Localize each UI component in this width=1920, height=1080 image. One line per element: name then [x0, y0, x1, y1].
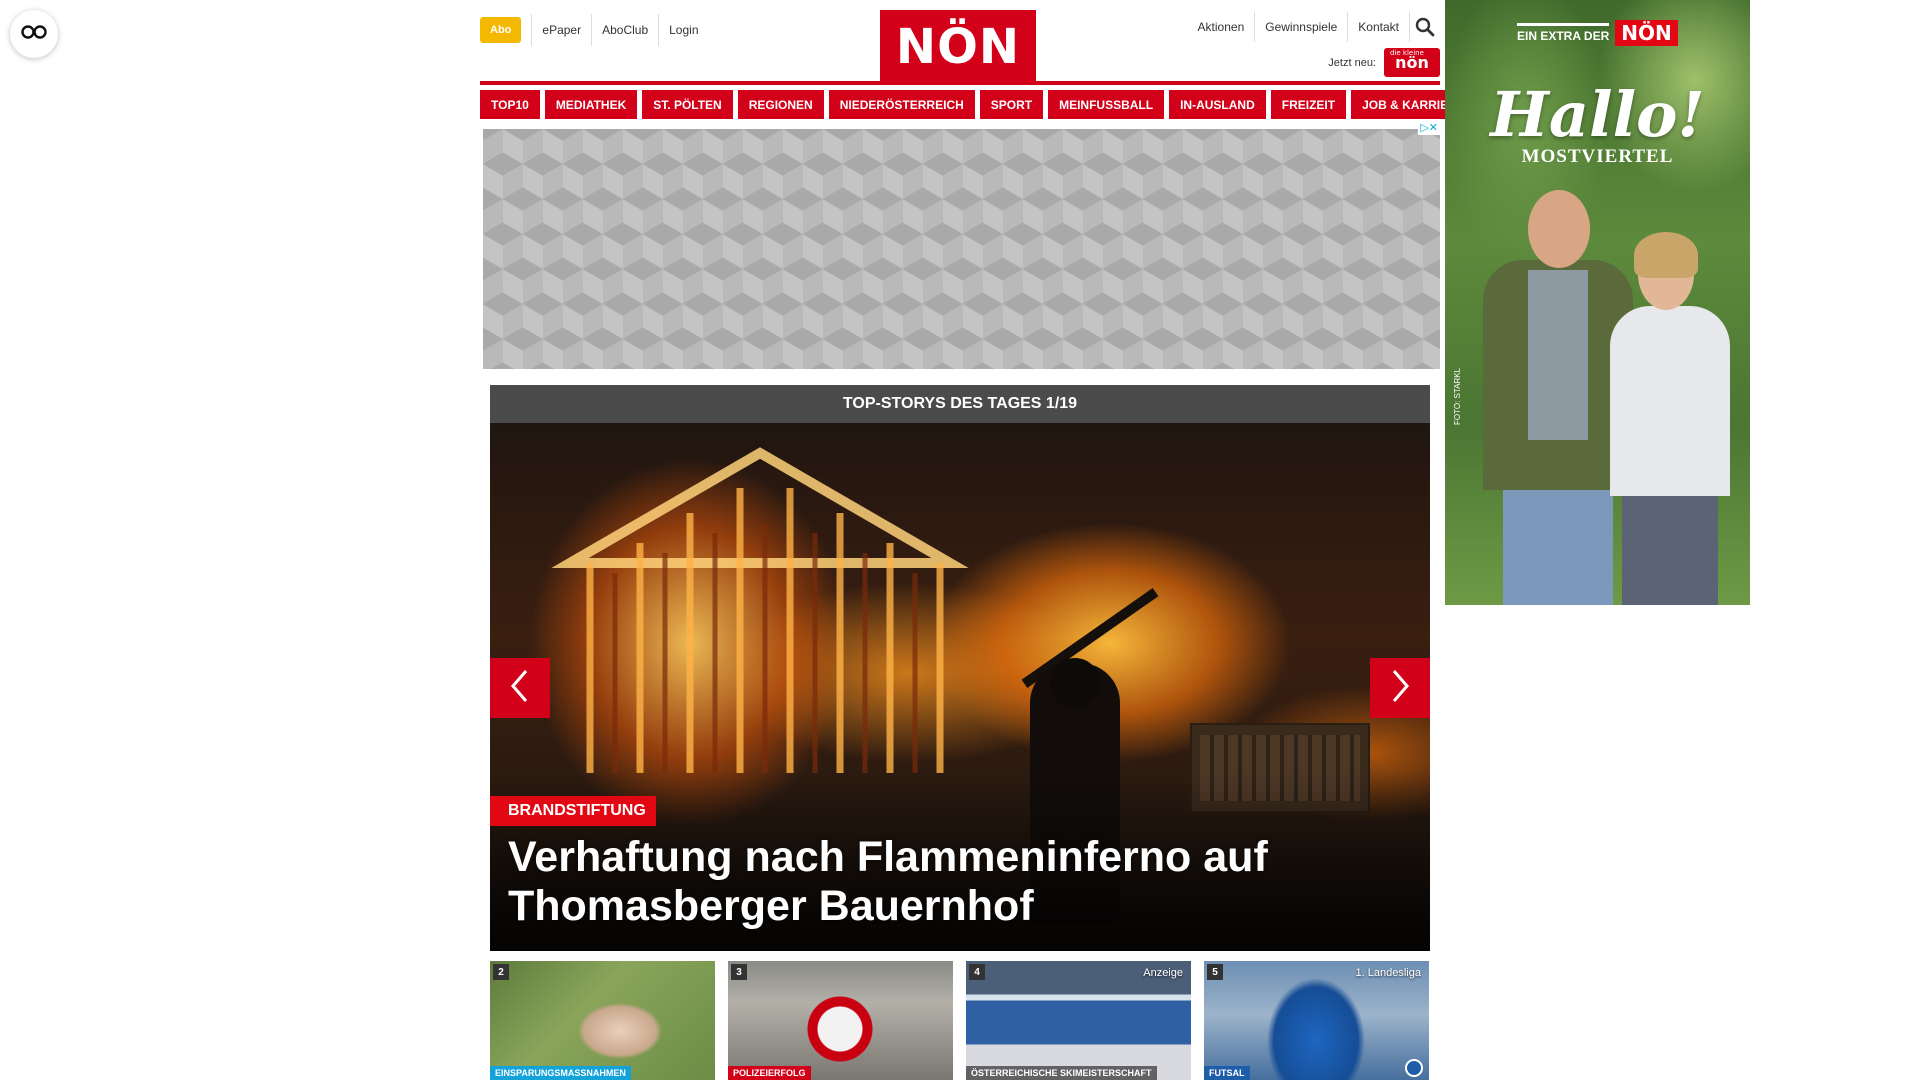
- nav-top10[interactable]: TOP10: [480, 90, 540, 119]
- camera-icon: [1405, 1059, 1423, 1077]
- adchoices-badge[interactable]: ▷✕: [1418, 121, 1440, 135]
- chevron-left-icon: [508, 668, 532, 709]
- slider-prev-button[interactable]: [490, 658, 550, 718]
- story-thumb[interactable]: 5 1. Landesliga FUTSAL: [1204, 961, 1429, 1080]
- thumb-league-label: 1. Landesliga: [1355, 967, 1421, 979]
- aboclub-link[interactable]: AboClub: [591, 14, 658, 46]
- thumb-tag: ÖSTERREICHISCHE SKIMEISTERSCHAFT: [966, 1066, 1157, 1080]
- abo-button[interactable]: Abo: [480, 17, 522, 43]
- person-shirt: [1528, 270, 1588, 440]
- epaper-link[interactable]: ePaper: [531, 14, 591, 46]
- slide-headline[interactable]: Verhaftung nach Flammeninferno auf Thoma…: [508, 833, 1408, 931]
- nav-regionen[interactable]: REGIONEN: [737, 90, 824, 119]
- kleine-noen-small-text: die kleine: [1390, 49, 1424, 57]
- page-column: Abo ePaper AboClub Login NÖN Aktionen Ge…: [480, 0, 1476, 369]
- sky-ad-brand: EIN EXTRA DER NÖN: [1517, 20, 1678, 46]
- nav-sport[interactable]: SPORT: [979, 90, 1044, 119]
- thumb-number: 5: [1207, 964, 1223, 980]
- person-hair: [1634, 232, 1698, 278]
- glasses-icon: [21, 24, 47, 45]
- jetzt-neu-promo[interactable]: Jetzt neu: die kleine nön: [1328, 48, 1440, 77]
- category-nav: TOP10 MEDIATHEK ST. PÖLTEN REGIONEN NIED…: [480, 90, 1476, 119]
- top-nav-left: Abo ePaper AboClub Login: [480, 14, 709, 46]
- banner-ad[interactable]: ▷✕: [483, 121, 1440, 369]
- slider-heading: TOP-STORYS DES TAGES 1/19: [490, 385, 1430, 423]
- story-thumbnails: 2 EINSPARUNGSMASSNAHMEN 3 POLIZEIERFOLG …: [490, 961, 1430, 1080]
- top-nav-right: Aktionen Gewinnspiele Kontakt: [1188, 12, 1440, 42]
- nav-niederoesterreich[interactable]: NIEDERÖSTERREICH: [828, 90, 975, 119]
- jetzt-neu-label: Jetzt neu:: [1328, 56, 1376, 69]
- skyscraper-ad[interactable]: EIN EXTRA DER NÖN Hallo! MOSTVIERTEL FOT…: [1445, 0, 1750, 605]
- kontakt-link[interactable]: Kontakt: [1348, 12, 1410, 42]
- firefighter-helmet: [1050, 658, 1100, 708]
- top-stories-slider: TOP-STORYS DES TAGES 1/19 BRANDSTIFTUNG …: [490, 385, 1430, 951]
- person-jeans: [1503, 490, 1613, 605]
- story-thumb[interactable]: 2 EINSPARUNGSMASSNAHMEN: [490, 961, 715, 1080]
- thumb-number: 3: [731, 964, 747, 980]
- person-pants: [1622, 496, 1718, 605]
- site-logo[interactable]: NÖN: [880, 10, 1036, 83]
- slide-image[interactable]: BRANDSTIFTUNG Verhaftung nach Flammeninf…: [490, 423, 1430, 951]
- nav-meinfussball[interactable]: MEINFUSSBALL: [1048, 90, 1165, 119]
- nav-st-poelten[interactable]: ST. PÖLTEN: [642, 90, 733, 119]
- accessibility-button[interactable]: [10, 10, 58, 58]
- nav-in-ausland[interactable]: IN-AUSLAND: [1169, 90, 1266, 119]
- thumb-number: 2: [493, 964, 509, 980]
- aktionen-link[interactable]: Aktionen: [1188, 12, 1256, 42]
- thumb-tag: FUTSAL: [1204, 1066, 1250, 1080]
- burning-barn-graphic: [551, 447, 969, 773]
- sky-ad-photo-credit: FOTO: STARKL: [1453, 367, 1462, 425]
- thumb-tag: EINSPARUNGSMASSNAHMEN: [490, 1066, 631, 1080]
- gewinnspiele-link[interactable]: Gewinnspiele: [1255, 12, 1349, 42]
- site-header: Abo ePaper AboClub Login NÖN Aktionen Ge…: [480, 0, 1440, 85]
- slide-category-tag[interactable]: BRANDSTIFTUNG: [490, 796, 656, 826]
- thumb-number: 4: [969, 964, 985, 980]
- sky-ad-logo: NÖN: [1615, 20, 1678, 46]
- slider-next-button[interactable]: [1370, 658, 1430, 718]
- nav-freizeit[interactable]: FREIZEIT: [1270, 90, 1347, 119]
- thumb-sponsored-label: Anzeige: [1143, 967, 1183, 979]
- story-thumb[interactable]: 4 Anzeige ÖSTERREICHISCHE SKIMEISTERSCHA…: [966, 961, 1191, 1080]
- sky-ad-extra-text: EIN EXTRA DER: [1517, 23, 1610, 43]
- search-icon[interactable]: [1410, 12, 1440, 42]
- story-thumb[interactable]: 3 POLIZEIERFOLG: [728, 961, 953, 1080]
- sky-ad-person-woman: [1610, 232, 1730, 605]
- sky-ad-subtitle: MOSTVIERTEL: [1521, 146, 1674, 167]
- sky-ad-title: Hallo!: [1490, 78, 1705, 151]
- chevron-right-icon: [1388, 668, 1412, 709]
- login-link[interactable]: Login: [658, 14, 708, 46]
- person-head: [1528, 190, 1590, 268]
- person-sweater: [1610, 306, 1730, 496]
- thumb-tag: POLIZEIERFOLG: [728, 1066, 811, 1080]
- kleine-noen-logo[interactable]: die kleine nön: [1384, 48, 1440, 77]
- nav-mediathek[interactable]: MEDIATHEK: [544, 90, 638, 119]
